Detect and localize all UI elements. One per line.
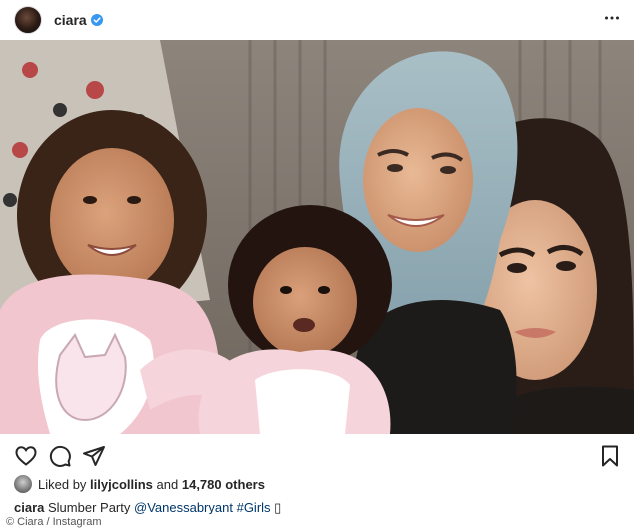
post-photo[interactable] (0, 40, 634, 434)
photo-credit: © Ciara / Instagram (6, 516, 102, 528)
caption-text: Slumber Party (48, 500, 131, 515)
heart-icon[interactable] (14, 444, 38, 468)
profile-avatar[interactable] (14, 6, 42, 34)
action-bar (0, 440, 634, 472)
instagram-post: ciara Liked by lilyjcollins and 14,780 o… (0, 0, 634, 532)
verified-badge-icon (90, 14, 103, 26)
likes-others-count[interactable]: 14,780 others (182, 477, 265, 492)
post-header: ciara (0, 0, 634, 40)
photo-credit-bar: © Ciara / Instagram (0, 514, 634, 532)
caption-username[interactable]: ciara (14, 500, 44, 515)
likes-joiner: and (156, 476, 179, 492)
post-username[interactable]: ciara (54, 12, 87, 28)
caption-emoji: ▯ (274, 500, 282, 515)
caption-hashtag[interactable]: #Girls (237, 500, 271, 515)
likes-prefix: Liked by (38, 476, 87, 492)
liker-username[interactable]: lilyjcollins (90, 477, 153, 492)
bookmark-icon[interactable] (598, 444, 622, 468)
photo-illustration (0, 40, 634, 434)
comment-icon[interactable] (48, 444, 72, 468)
caption-mention[interactable]: @Vanessabryant (134, 500, 233, 515)
likes-summary: Liked by lilyjcollins and 14,780 others (14, 474, 265, 494)
more-options-icon[interactable] (604, 10, 620, 26)
share-icon[interactable] (82, 444, 106, 468)
liker-avatar[interactable] (14, 475, 32, 493)
